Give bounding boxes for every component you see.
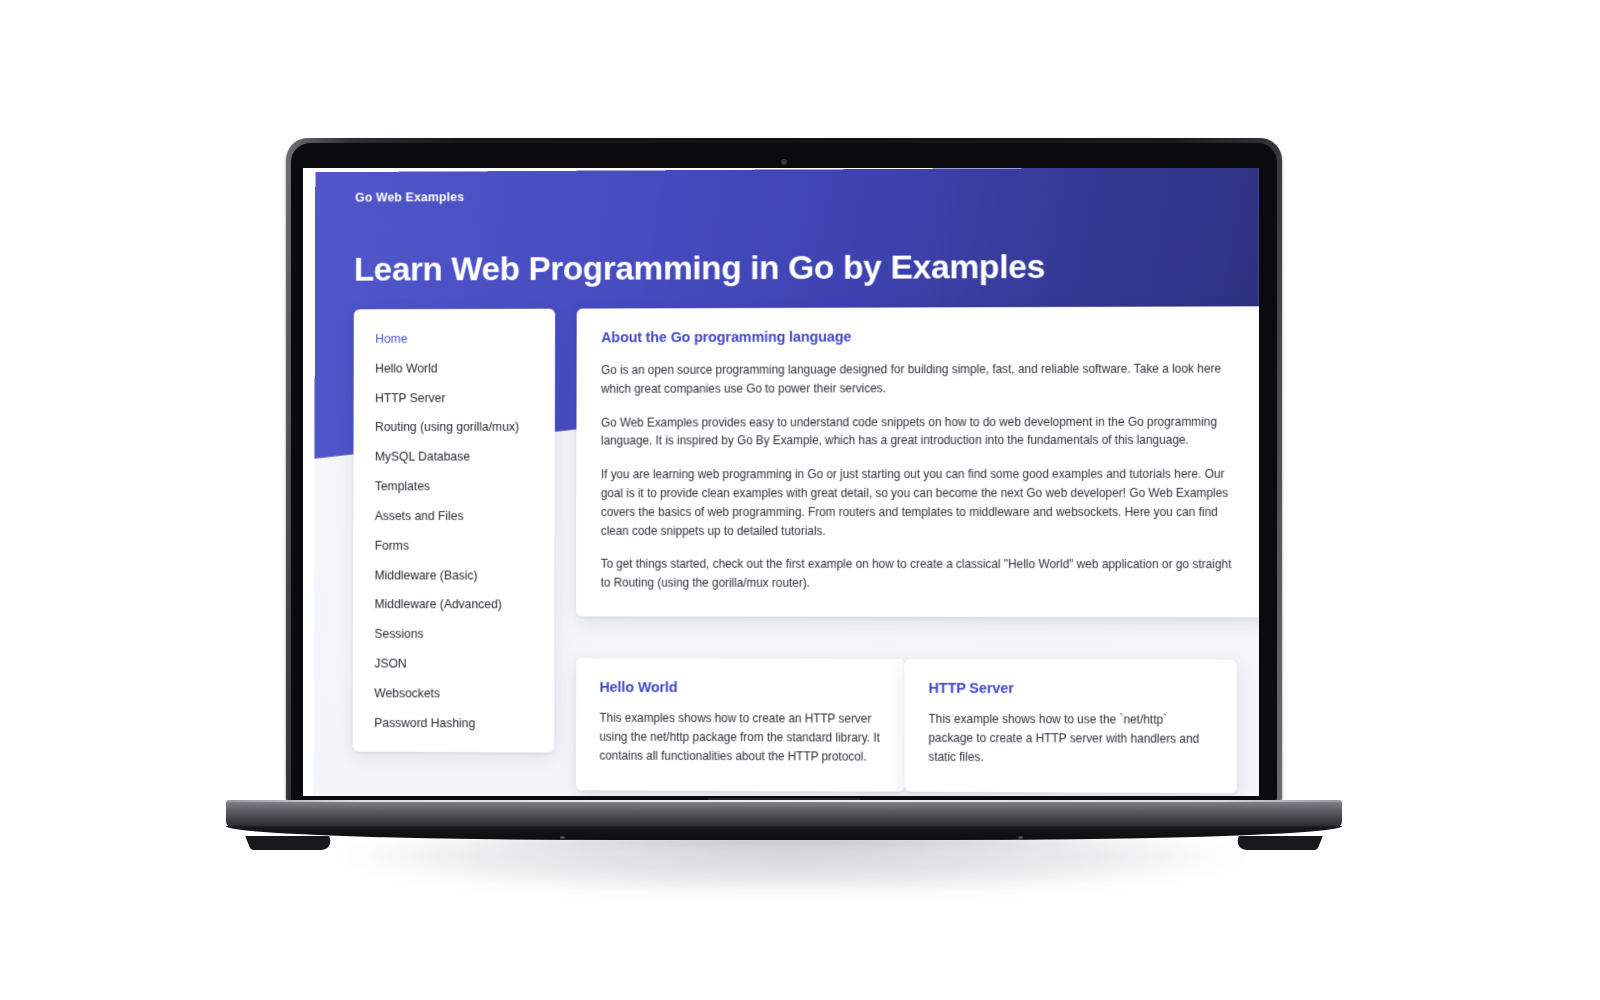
sidebar-nav: Home Hello World HTTP Server Routing (us… (352, 308, 556, 753)
example-card-hello-world[interactable]: Hello World This examples shows how to c… (575, 658, 905, 793)
example-card-body: This examples shows how to create an HTT… (599, 710, 880, 764)
about-card: About the Go programming language Go is … (576, 306, 1259, 618)
about-paragraph-3: If you are learning web programming in G… (600, 467, 1229, 538)
sidebar-item-sessions[interactable]: Sessions (353, 627, 554, 642)
sidebar-item-http-server[interactable]: HTTP Server (354, 391, 555, 406)
example-card-body: This example shows how to use the `net/h… (928, 711, 1200, 764)
example-card-title: Hello World (599, 679, 678, 697)
sidebar-item-mysql[interactable]: MySQL Database (353, 450, 554, 465)
example-card-http-server[interactable]: HTTP Server This example shows how to us… (904, 658, 1237, 794)
website-viewport: Go Web Examples Learn Web Programming in… (313, 168, 1259, 796)
sidebar-item-templates[interactable]: Templates (353, 480, 554, 494)
sidebar-item-password-hashing[interactable]: Password Hashing (353, 716, 555, 731)
about-paragraph-1: Go is an open source programming languag… (601, 361, 1222, 396)
sidebar-item-home[interactable]: Home (354, 332, 555, 346)
about-paragraph-2: Go Web Examples provides easy to underst… (600, 414, 1218, 448)
sidebar-item-routing[interactable]: Routing (using gorilla/mux) (354, 420, 555, 435)
screenshot-canvas: Go Web Examples Learn Web Programming in… (0, 0, 1600, 1000)
laptop-screen: Go Web Examples Learn Web Programming in… (303, 168, 1259, 796)
laptop-base-highlight (226, 800, 1342, 802)
page-title: Learn Web Programming in Go by Examples (353, 247, 1045, 289)
laptop-foot-right (1233, 836, 1323, 850)
laptop-foot-left (245, 836, 335, 850)
site-brand-logo[interactable]: Go Web Examples (355, 190, 464, 204)
about-card-title: About the Go programming language (601, 329, 852, 347)
sidebar-item-forms[interactable]: Forms (353, 539, 554, 554)
device-contact-shadow (310, 838, 1270, 864)
webcam-icon (781, 159, 787, 165)
sidebar-item-json[interactable]: JSON (353, 657, 554, 672)
example-card-title: HTTP Server (928, 680, 1014, 698)
sidebar-item-hello-world[interactable]: Hello World (354, 361, 555, 376)
sidebar-item-middleware-advanced[interactable]: Middleware (Advanced) (353, 598, 554, 613)
base-screw-right (1018, 836, 1023, 839)
about-paragraph-4: To get things started, check out the fir… (600, 557, 1232, 590)
sidebar-item-assets-files[interactable]: Assets and Files (353, 509, 554, 524)
laptop-base (226, 800, 1342, 828)
sidebar-item-websockets[interactable]: Websockets (353, 686, 554, 701)
laptop-mockup: Go Web Examples Learn Web Programming in… (0, 0, 1600, 1000)
sidebar-item-middleware-basic[interactable]: Middleware (Basic) (353, 568, 554, 583)
base-screw-left (560, 836, 565, 839)
